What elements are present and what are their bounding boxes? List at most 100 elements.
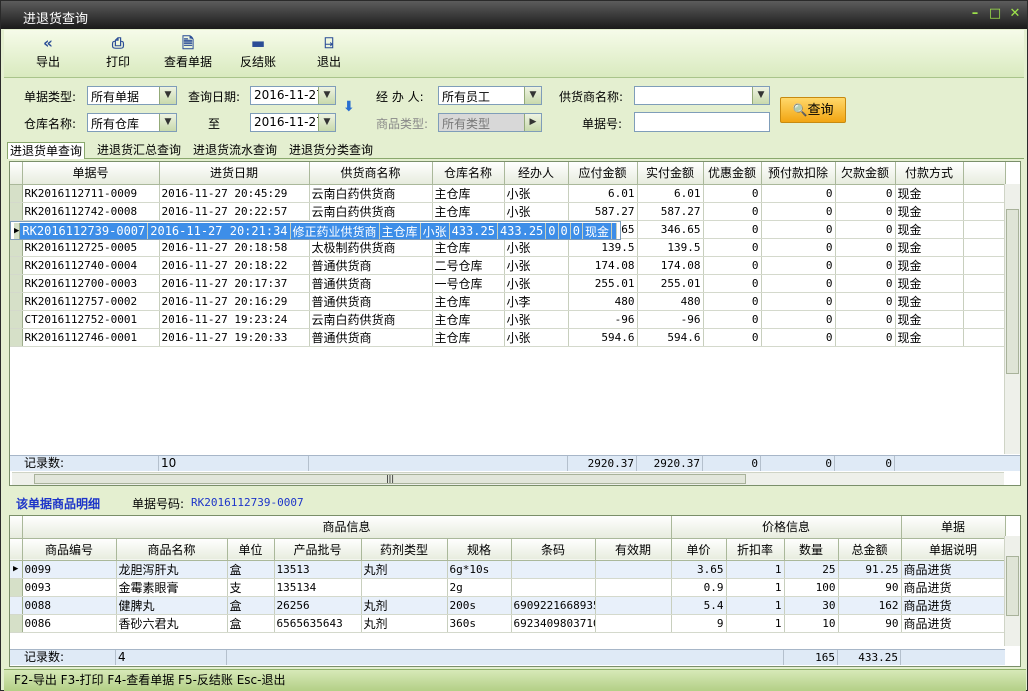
maximize-icon[interactable]: □ [987,6,1003,22]
table-cell: 现金 [895,256,964,275]
table-row[interactable]: ▶ 0099 龙胆泻肝丸盒 13513 丸剂 6g*10s 3.65 1 25 91.25 商品进货 [10,560,1006,579]
column-header[interactable]: 总金额 [838,538,902,561]
product-type-label: 商品类型: [376,117,429,131]
column-header[interactable]: 数量 [784,538,839,561]
column-header[interactable]: 产品批号 [274,538,362,561]
row-indicator[interactable] [10,256,23,275]
table-cell: 0 [835,292,896,311]
scrollbar-thumb[interactable] [1006,556,1019,616]
column-header[interactable]: 单位 [227,538,275,561]
table-cell: 香砂六君丸 [116,614,228,633]
print-button[interactable]: ⎙ 打印 [88,33,148,75]
handler-select[interactable]: 所有员工 ▼ [438,86,542,105]
table-row[interactable]: CT2016112752-0001 2016-11-27 19:23:24 云南白药… [10,310,1006,329]
column-header[interactable]: 商品编号 [22,538,117,561]
table-cell: 主仓库 [432,292,505,311]
column-header[interactable]: 商品名称 [116,538,228,561]
table-cell: 0 [703,256,762,275]
column-header[interactable]: 仓库名称 [432,162,505,185]
table-row[interactable]: 0088 健脾丸盒 26256 丸剂 200s 6909221668935 5.4 1 30 16… [10,596,1006,615]
column-header[interactable]: 单价 [671,538,727,561]
column-header[interactable]: 条码 [511,538,596,561]
orders-horizontal-scrollbar[interactable]: ||| [12,472,1004,485]
query-button[interactable]: 🔍查询 [780,97,846,123]
column-header[interactable]: 付款方式 [895,162,964,185]
exit-button[interactable]: ⍈ 退出 [299,33,359,75]
table-cell: 小张 [504,256,569,275]
column-header[interactable]: 有效期 [595,538,672,561]
row-indicator[interactable] [10,202,23,221]
minimize-icon[interactable]: – [967,6,983,22]
detail-header: 该单据商品明细 单据号码: RK2016112739-0007 [7,489,1024,514]
date-from-picker[interactable]: 2016-11-27 ▼ [250,86,336,105]
column-header[interactable]: 单据号 [22,162,160,185]
table-cell: 0 [703,238,762,257]
view-document-button[interactable]: 🗎 查看单据 [158,33,218,75]
row-indicator[interactable]: ▶ [10,560,23,579]
date-to-picker[interactable]: 2016-11-27 ▼ [250,113,336,132]
column-header[interactable]: 欠款金额 [835,162,896,185]
tab-flow-query[interactable]: 进退货流水查询 [191,142,279,159]
detail-vertical-scrollbar[interactable] [1004,536,1020,646]
column-header[interactable]: 应付金额 [568,162,638,185]
export-button[interactable]: « 导出 [18,33,78,75]
table-row[interactable]: RK2016112757-0002 2016-11-27 20:16:29 普通供货… [10,292,1006,311]
column-header[interactable]: 单据说明 [901,538,1006,561]
close-icon[interactable]: ✕ [1007,6,1023,22]
table-cell: 0088 [22,596,117,615]
table-row[interactable]: ▶ RK2016112739-0007 2016-11-27 20:21:34 修正药… [10,220,622,240]
main-window: 进退货查询 – □ ✕ « 导出 ⎙ 打印 🗎 查看单据 ▬ 反结账 ⍈ 退出 … [0,0,1028,691]
tab-summary-query[interactable]: 进退货汇总查询 [95,142,183,159]
table-cell: 6g*10s [447,560,512,579]
table-row[interactable]: RK2016112700-0003 2016-11-27 20:17:37 普通供货… [10,274,1006,293]
column-header[interactable]: 优惠金额 [703,162,762,185]
table-cell: 0 [835,328,896,347]
payable-total: 2920.37 [568,456,637,471]
column-header[interactable]: 供货商名称 [309,162,433,185]
column-header[interactable]: 进货日期 [159,162,310,185]
row-indicator[interactable] [10,328,23,347]
table-row[interactable]: RK2016112711-0009 2016-11-27 20:45:29 云南白药… [10,184,1006,203]
doc-no-input[interactable] [634,112,770,132]
column-header[interactable]: 药剂类型 [361,538,448,561]
row-indicator[interactable] [10,238,23,257]
orders-vertical-scrollbar[interactable] [1004,184,1020,454]
table-row[interactable]: 0093 金霉素眼膏支 135134 2g 0.9 1 100 90 商品进货 [10,578,1006,597]
scrollbar-thumb[interactable] [1006,209,1019,374]
row-indicator[interactable] [10,596,23,615]
column-header[interactable]: 实付金额 [637,162,704,185]
table-cell: 0 [558,222,571,239]
row-indicator[interactable] [10,184,23,203]
table-row[interactable]: RK2016112725-0005 2016-11-27 20:18:58 太极制药… [10,238,1006,257]
row-indicator[interactable] [10,274,23,293]
scrollbar-thumb[interactable]: ||| [34,474,746,484]
table-cell: 现金 [895,238,964,257]
tab-order-query[interactable]: 进退货单查询 [7,142,86,159]
table-cell: 小张 [504,274,569,293]
product-type-select[interactable]: 所有类型 ▶ [438,113,542,132]
column-header[interactable]: 规格 [447,538,512,561]
tab-category-query[interactable]: 进退货分类查询 [287,142,375,159]
table-cell: 3.65 [671,560,727,579]
table-row[interactable]: RK2016112740-0004 2016-11-27 20:18:22 普通供货… [10,256,1006,275]
table-cell: 一号仓库 [432,274,505,293]
table-row[interactable]: 0086 香砂六君丸盒 6565635643 丸剂 360s 6923409803710 9… [10,614,1006,633]
row-indicator[interactable] [10,578,23,597]
warehouse-select[interactable]: 所有仓库 ▼ [87,113,177,132]
table-cell: 云南白药供货商 [309,184,433,203]
column-header[interactable]: 预付款扣除 [761,162,836,185]
table-row[interactable]: RK2016112742-0008 2016-11-27 20:22:57 云南白药… [10,202,1006,221]
supplier-select[interactable]: ▼ [634,86,770,105]
row-indicator[interactable] [10,292,23,311]
owed-total: 0 [835,456,895,471]
table-row[interactable]: RK2016112746-0001 2016-11-27 19:20:33 普通供货… [10,328,1006,347]
column-header[interactable]: 经办人 [504,162,569,185]
table-cell: 0 [835,202,896,221]
reverse-settle-button[interactable]: ▬ 反结账 [228,33,288,75]
column-header[interactable]: 折扣率 [726,538,785,561]
table-cell: 139.5 [637,238,704,257]
row-indicator[interactable] [10,310,23,329]
row-indicator[interactable] [10,614,23,633]
doc-type-select[interactable]: 所有单据 ▼ [87,86,177,105]
column-header[interactable]: ​ [963,162,1006,185]
